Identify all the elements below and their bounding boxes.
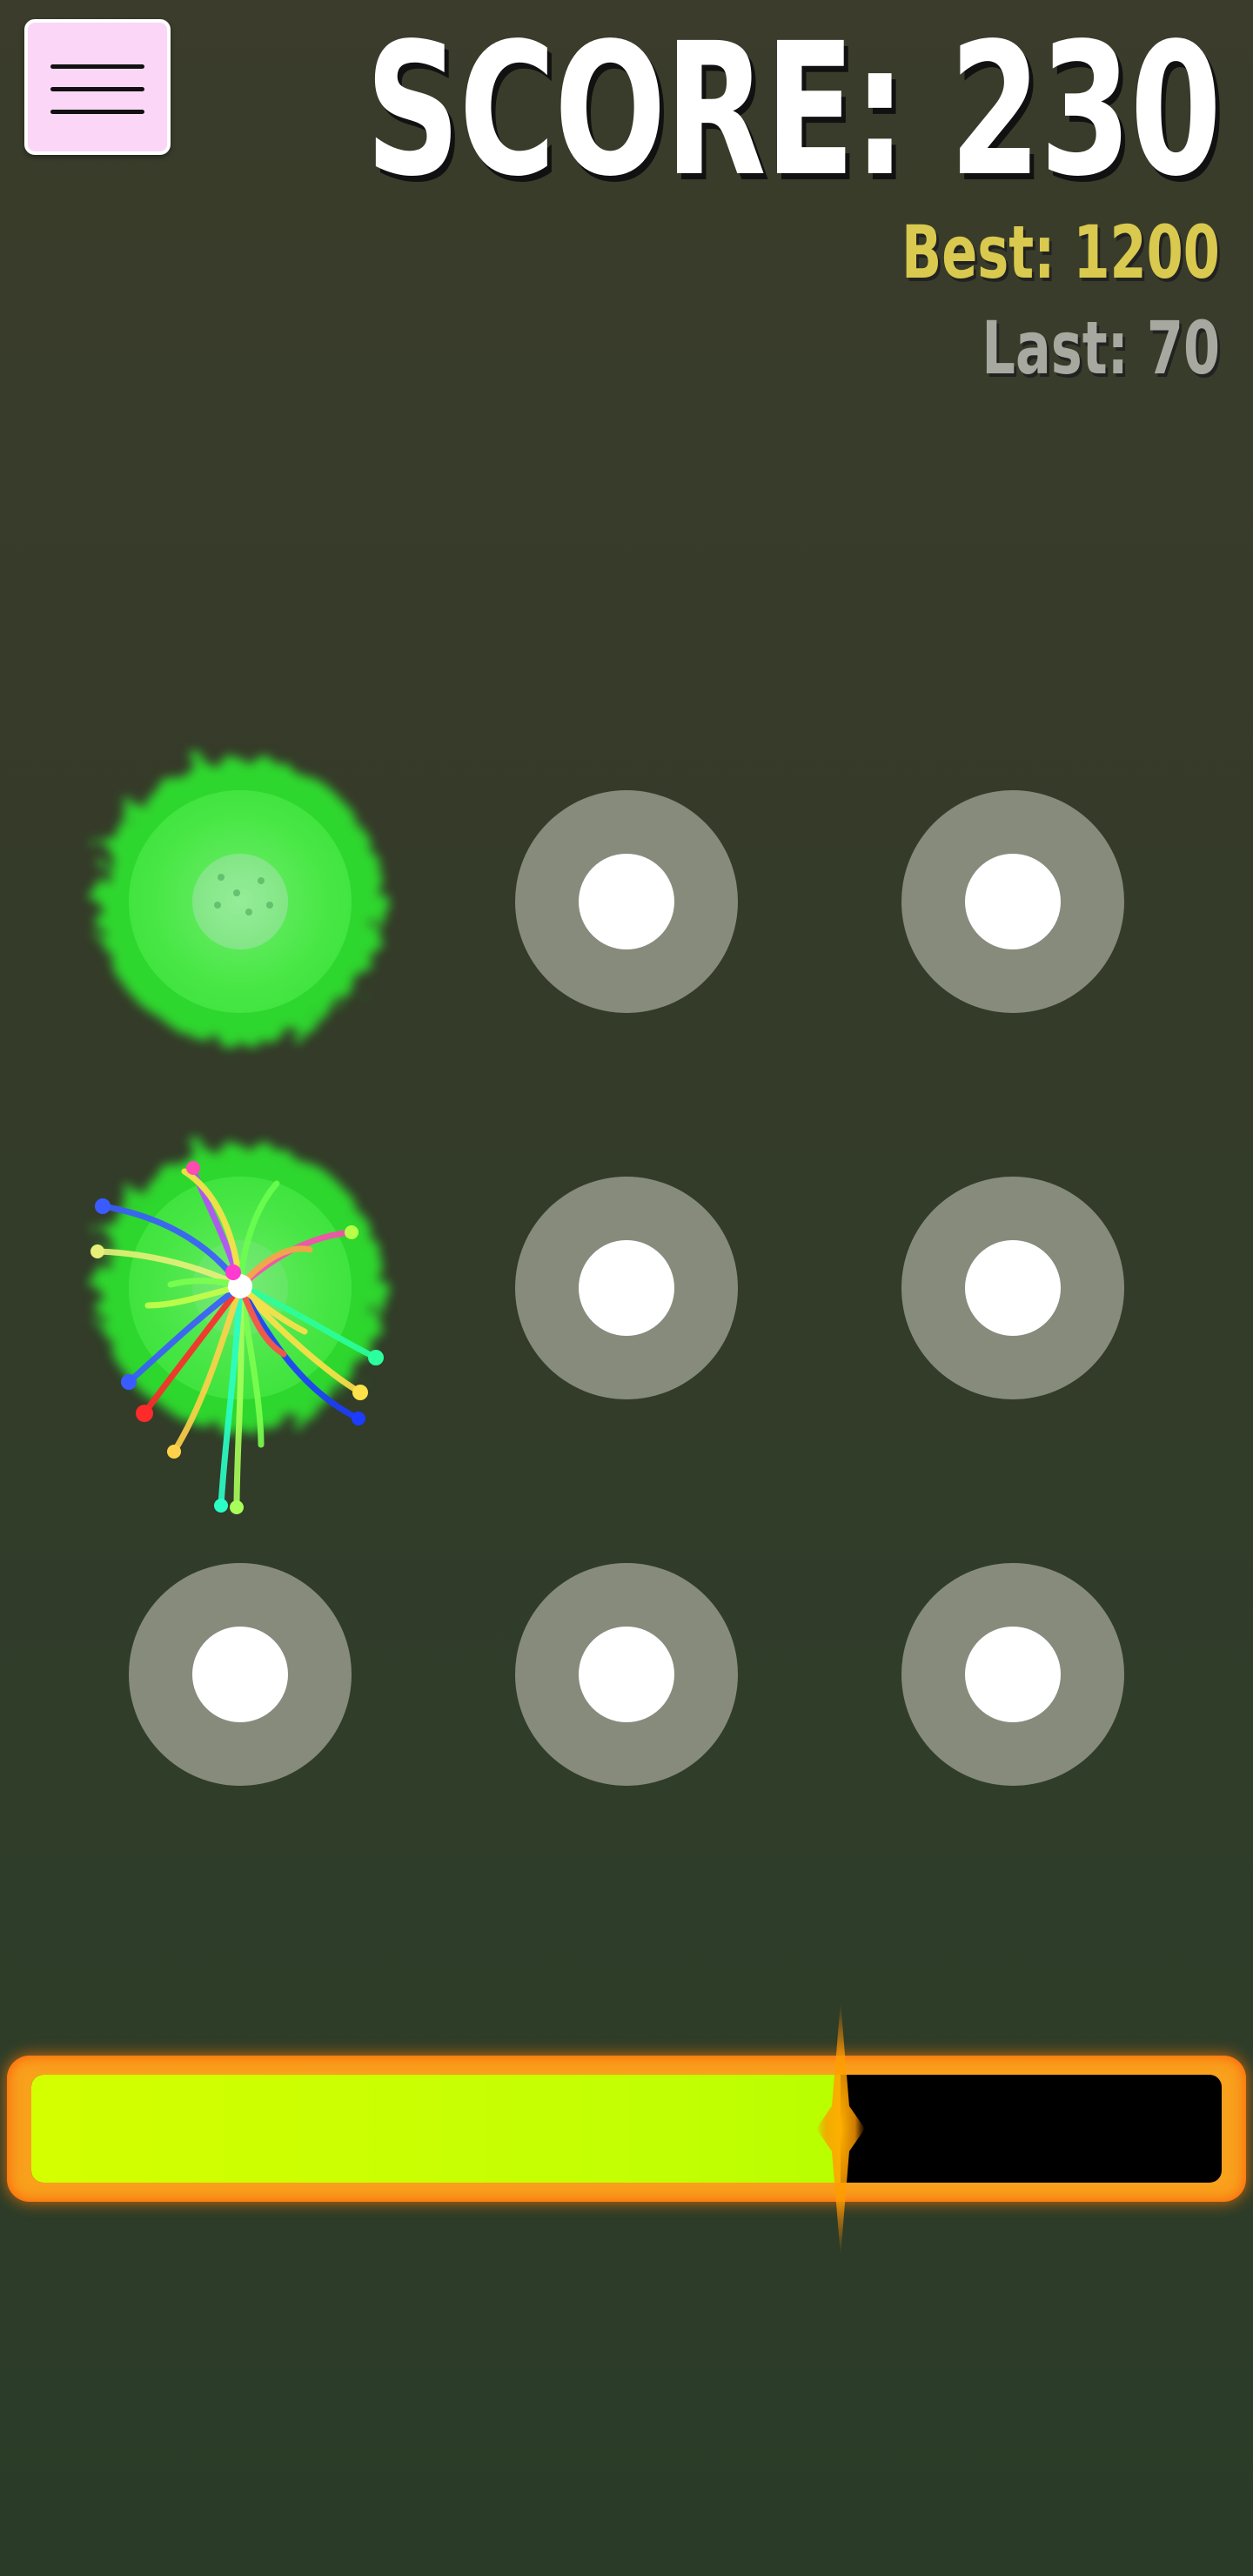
hamburger-menu-icon [50, 64, 144, 69]
target-r2-c1[interactable] [129, 1177, 352, 1399]
target-r1-c3[interactable] [901, 790, 1124, 1013]
hamburger-menu-icon-line [50, 110, 144, 114]
target-center [579, 854, 674, 949]
menu-button[interactable] [24, 19, 171, 155]
target-r1-c1[interactable] [129, 790, 352, 1013]
target-center [965, 854, 1061, 949]
target-r3-c3[interactable] [901, 1563, 1124, 1786]
target-r3-c1[interactable] [129, 1563, 352, 1786]
target-r2-c3[interactable] [901, 1177, 1124, 1399]
target-r3-c2[interactable] [515, 1563, 738, 1786]
timer-fill [31, 2075, 841, 2183]
hamburger-menu-icon-line [50, 87, 144, 91]
target-r1-c2[interactable] [515, 790, 738, 1013]
target-center [192, 1627, 288, 1722]
target-center [579, 1627, 674, 1722]
score-display: SCORE: 230 [365, 3, 1222, 217]
timer-track [31, 2075, 1222, 2183]
last-score: Last: 70 [982, 305, 1220, 391]
target-center [192, 854, 288, 949]
target-center [965, 1240, 1061, 1336]
target-r2-c2[interactable] [515, 1177, 738, 1399]
target-center [579, 1240, 674, 1336]
best-score: Best: 1200 [901, 210, 1220, 295]
timer-bar [7, 2056, 1246, 2202]
target-center [965, 1627, 1061, 1722]
target-center [192, 1240, 288, 1336]
